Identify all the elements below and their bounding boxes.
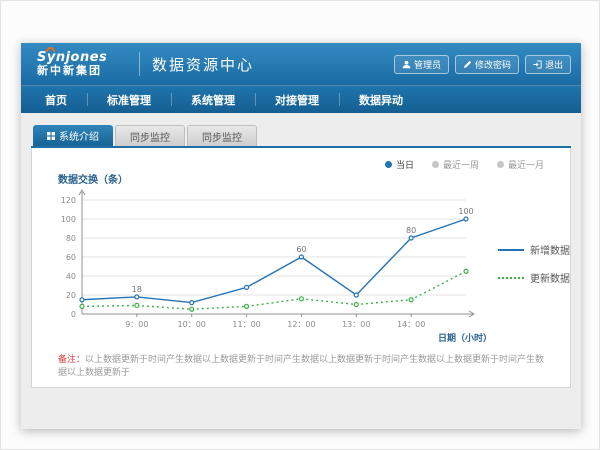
svg-text:100: 100: [458, 207, 473, 216]
legend-item-updated-data[interactable]: 更新数据: [498, 270, 570, 285]
footnote: 备注：以上数据更新于时间产生数据以上数据更新于时间产生数据以上数据更新于时间产生…: [58, 354, 570, 379]
series-legend: 新增数据 更新数据: [498, 242, 570, 285]
svg-text:80: 80: [66, 234, 76, 243]
svg-text:12：00: 12：00: [287, 320, 315, 329]
nav-item-system-mgmt[interactable]: 系统管理: [171, 86, 255, 113]
logout-label: 退出: [545, 58, 563, 71]
user-icon: [402, 60, 411, 69]
logo-wordmark: Synjones: [37, 51, 127, 65]
svg-text:日期（小时）: 日期（小时）: [438, 332, 492, 344]
svg-text:60: 60: [66, 253, 76, 262]
tab-bar: 系统介绍 同步监控 同步监控: [31, 125, 571, 146]
filter-last-month[interactable]: 最近一月: [497, 158, 544, 171]
series-label: 新增数据: [530, 242, 570, 257]
line-chart: 0 20 40 60 80 100 120 9：00 10：00 11：00 12：00 13：00 1…: [46, 186, 496, 346]
app-title: 数据资源中心: [152, 54, 254, 75]
series-label: 更新数据: [530, 270, 570, 285]
svg-text:9：00: 9：00: [125, 320, 148, 329]
footnote-text: 以上数据更新于时间产生数据以上数据更新于时间产生数据以上数据更新于时间产生数据以…: [58, 355, 544, 378]
admin-button[interactable]: 管理员: [394, 55, 449, 74]
filter-label: 最近一周: [443, 158, 479, 171]
logo-subtext: 新中新集团: [37, 65, 127, 77]
filter-label: 最近一月: [508, 158, 544, 171]
main-nav: 首页 标准管理 系统管理 对接管理 数据异动: [21, 85, 581, 113]
svg-text:18: 18: [132, 285, 142, 294]
svg-text:14：00: 14：00: [397, 320, 425, 329]
tab-sync-monitor-1[interactable]: 同步监控: [115, 125, 185, 146]
nav-item-connect-mgmt[interactable]: 对接管理: [255, 86, 339, 113]
browser-window: Synjones 新中新集团 数据资源中心 管理员: [21, 43, 581, 429]
tab-label: 系统介绍: [59, 128, 99, 143]
tab-system-intro[interactable]: 系统介绍: [33, 125, 113, 146]
chart-row: 0 20 40 60 80 100 120 9：00 10：00 11：00 12：00 13：00 1…: [32, 186, 570, 346]
change-password-button[interactable]: 修改密码: [455, 55, 519, 74]
app-header: Synjones 新中新集团 数据资源中心 管理员: [21, 43, 581, 85]
admin-label: 管理员: [414, 58, 441, 71]
content-area: 系统介绍 同步监控 同步监控 当日 最近一: [21, 113, 581, 429]
chart-panel: 当日 最近一周 最近一月 数据交换（条） 0 20 40 60 80 100 120 9：00…: [31, 148, 571, 388]
svg-text:0: 0: [71, 310, 76, 319]
tab-sync-monitor-2[interactable]: 同步监控: [187, 125, 257, 146]
svg-text:100: 100: [61, 215, 76, 224]
radio-dot-icon: [385, 161, 392, 168]
nav-item-data-change[interactable]: 数据异动: [339, 86, 423, 113]
nav-item-home[interactable]: 首页: [25, 86, 87, 113]
svg-text:120: 120: [61, 196, 76, 205]
svg-text:10：00: 10：00: [178, 320, 206, 329]
logout-button[interactable]: 退出: [525, 55, 571, 74]
nav-item-standard-mgmt[interactable]: 标准管理: [87, 86, 171, 113]
logout-icon: [533, 60, 542, 69]
svg-text:80: 80: [406, 226, 416, 235]
filter-last-week[interactable]: 最近一周: [432, 158, 479, 171]
footnote-label: 备注：: [58, 355, 85, 365]
y-axis-title: 数据交换（条）: [58, 171, 570, 186]
radio-dot-icon: [432, 161, 439, 168]
tab-label: 同步监控: [202, 129, 242, 144]
radio-dot-icon: [497, 161, 504, 168]
desktop-background: Synjones 新中新集团 数据资源中心 管理员: [0, 0, 600, 450]
legend-item-new-data[interactable]: 新增数据: [498, 242, 570, 257]
grid-icon: [47, 132, 55, 140]
time-range-filters: 当日 最近一周 最近一月: [32, 148, 570, 171]
tab-label: 同步监控: [130, 129, 170, 144]
svg-text:40: 40: [66, 272, 76, 281]
header-divider: [139, 52, 140, 76]
svg-text:20: 20: [66, 291, 76, 300]
solid-line-sample-icon: [498, 249, 524, 251]
filter-today[interactable]: 当日: [385, 158, 414, 171]
header-actions: 管理员 修改密码 退出: [394, 55, 571, 74]
svg-text:13：00: 13：00: [342, 320, 370, 329]
svg-text:60: 60: [296, 245, 306, 254]
edit-icon: [463, 60, 472, 69]
filter-label: 当日: [396, 158, 414, 171]
dotted-line-sample-icon: [498, 277, 524, 279]
change-password-label: 修改密码: [475, 58, 511, 71]
svg-text:11：00: 11：00: [232, 320, 260, 329]
company-logo[interactable]: Synjones 新中新集团: [31, 51, 127, 76]
